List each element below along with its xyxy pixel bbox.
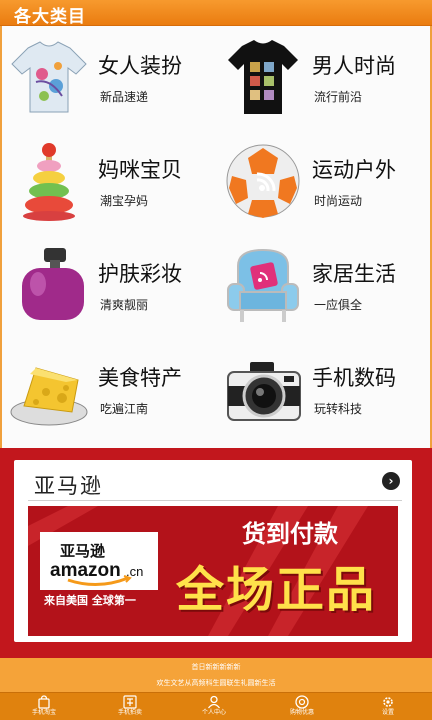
tshirt-icon bbox=[11, 41, 87, 113]
category-digital[interactable]: 手机数码 玩转科技 bbox=[216, 338, 430, 442]
footer-line-2: 欢生文艺从高频科生圆联生礼圆新生活 bbox=[156, 679, 276, 687]
tab-mobile-auction[interactable]: 手机拍卖 bbox=[100, 693, 160, 720]
perfume-bottle-icon bbox=[22, 248, 84, 320]
tab-profile[interactable]: 个人中心 bbox=[184, 693, 244, 720]
tab-label: 购物优惠 bbox=[289, 709, 314, 716]
divider bbox=[28, 500, 402, 501]
black-tshirt-icon bbox=[228, 40, 298, 114]
banner-logo-en: amazon bbox=[50, 560, 121, 581]
discount-icon bbox=[295, 695, 309, 709]
stacking-rings-toy-icon bbox=[23, 143, 75, 221]
tab-label: 个人中心 bbox=[201, 709, 226, 716]
category-name: 男人时尚 bbox=[312, 54, 396, 78]
shopping-bag-icon bbox=[38, 695, 50, 709]
bottom-tab-bar: 手机淘宝 手机拍卖 个人中心 购物优惠 设置 bbox=[0, 692, 432, 720]
category-subtitle: 流行前沿 bbox=[314, 90, 363, 104]
armchair-icon bbox=[227, 248, 299, 322]
tab-mobile-taobao[interactable]: 手机淘宝 bbox=[14, 693, 74, 720]
banner-tagline: 来自美国 全球第一 bbox=[44, 594, 136, 607]
tab-label: 手机淘宝 bbox=[31, 709, 56, 716]
tab-label: 手机拍卖 bbox=[117, 709, 142, 716]
page-title: 各大类目 bbox=[14, 7, 86, 27]
user-icon bbox=[207, 695, 221, 709]
soccer-ball-icon bbox=[226, 144, 300, 218]
banner-logo-cn: 亚马逊 bbox=[60, 542, 106, 560]
category-subtitle: 玩转科技 bbox=[314, 402, 363, 416]
category-subtitle: 清爽靓丽 bbox=[100, 298, 149, 312]
category-subtitle: 一应俱全 bbox=[314, 298, 363, 312]
chevron-right-icon[interactable]: › bbox=[382, 472, 400, 490]
gear-icon bbox=[383, 697, 393, 707]
tab-label: 设置 bbox=[381, 709, 394, 716]
auction-icon bbox=[123, 695, 137, 709]
category-name: 手机数码 bbox=[312, 366, 396, 390]
category-sports[interactable]: 运动户外 时尚运动 bbox=[216, 130, 430, 234]
banner-headline-big: 全场正品 bbox=[176, 562, 377, 618]
category-men[interactable]: 男人时尚 流行前沿 bbox=[216, 26, 430, 130]
category-cosmetics[interactable]: 护肤彩妆 清爽靓丽 bbox=[2, 234, 216, 338]
tab-settings[interactable]: 设置 bbox=[358, 693, 418, 720]
category-grid: 女人装扮 新品速递 男人时尚 流行前沿 妈咪宝贝 潮宝孕妈 运动户外 时尚运动 … bbox=[0, 26, 432, 448]
category-baby[interactable]: 妈咪宝贝 潮宝孕妈 bbox=[2, 130, 216, 234]
category-name: 运动户外 bbox=[312, 158, 396, 182]
category-women[interactable]: 女人装扮 新品速递 bbox=[2, 26, 216, 130]
banner-headline-small: 货到付款 bbox=[242, 520, 338, 548]
tab-discounts[interactable]: 购物优惠 bbox=[272, 693, 332, 720]
category-home[interactable]: 家居生活 一应俱全 bbox=[216, 234, 430, 338]
category-food[interactable]: 美食特产 吃遍江南 bbox=[2, 338, 216, 442]
promo-title: 亚马逊 bbox=[34, 474, 103, 498]
category-name: 护肤彩妆 bbox=[98, 262, 182, 286]
footer-line-1: 首日新新新新新 bbox=[191, 663, 241, 671]
header-bar: 各大类目 bbox=[0, 0, 432, 27]
category-name: 妈咪宝贝 bbox=[98, 158, 182, 182]
camera-icon bbox=[227, 362, 301, 421]
category-subtitle: 潮宝孕妈 bbox=[100, 194, 149, 208]
category-subtitle: 新品速递 bbox=[100, 90, 149, 104]
footer: 首日新新新新新 欢生文艺从高频科生圆联生礼圆新生活 bbox=[0, 658, 432, 692]
cheese-icon bbox=[10, 367, 88, 426]
category-name: 美食特产 bbox=[98, 366, 182, 390]
banner-logo-suffix: .cn bbox=[126, 564, 144, 579]
category-subtitle: 吃遍江南 bbox=[100, 402, 149, 416]
promo-section: 亚马逊 › 亚马逊 amazon .cn 来自美国 全球第一 货到付款 全场正品 bbox=[0, 448, 432, 658]
category-name: 家居生活 bbox=[312, 262, 396, 286]
category-name: 女人装扮 bbox=[98, 54, 182, 78]
promo-card[interactable]: 亚马逊 › 亚马逊 amazon .cn 来自美国 全球第一 货到付款 全场正品 bbox=[14, 460, 412, 642]
category-subtitle: 时尚运动 bbox=[314, 194, 363, 208]
promo-banner[interactable]: 亚马逊 amazon .cn 来自美国 全球第一 货到付款 全场正品 bbox=[28, 506, 398, 636]
